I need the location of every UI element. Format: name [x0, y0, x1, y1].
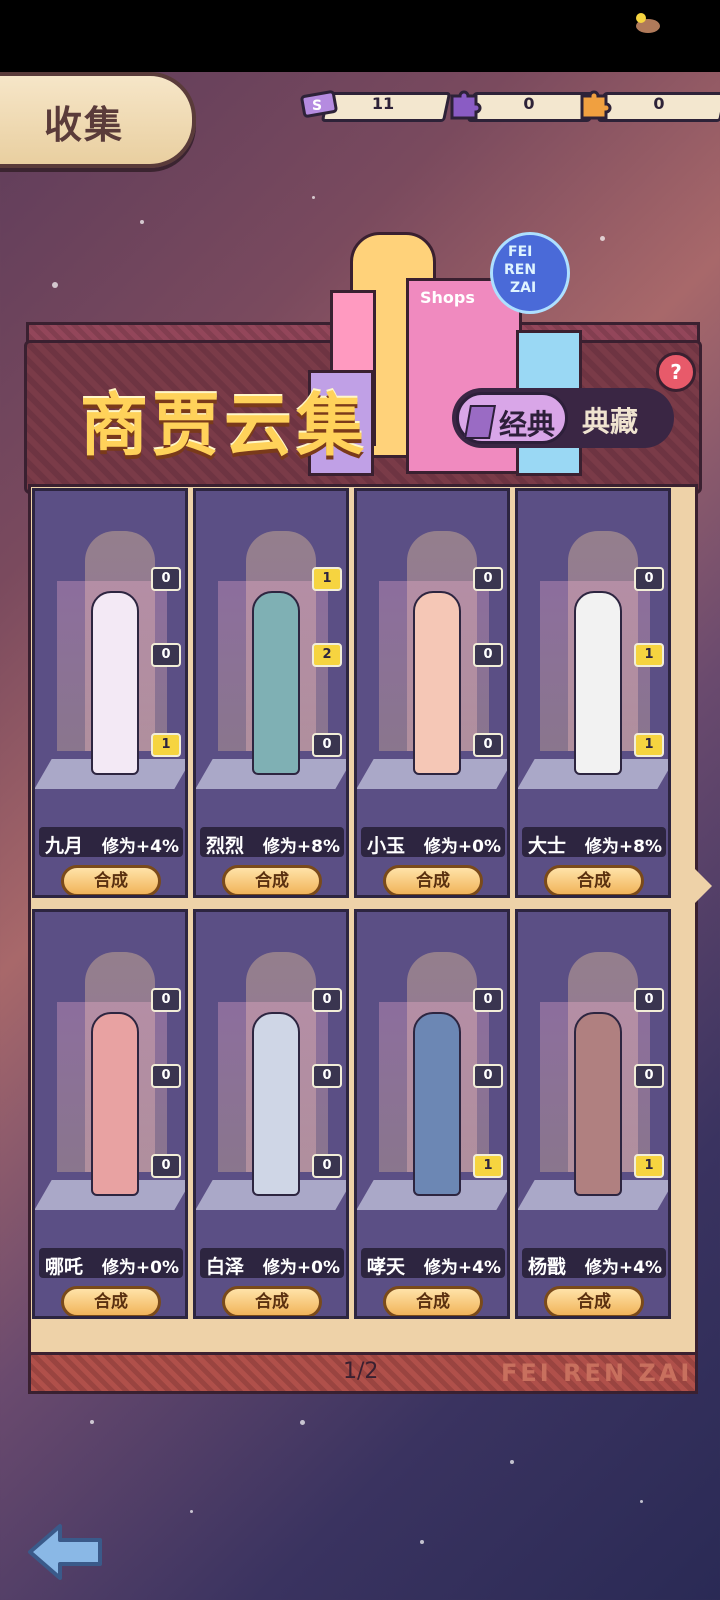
- character-bonus: 修为+8%: [584, 837, 662, 857]
- character-figure: [252, 591, 300, 775]
- character-card[interactable]: 0 1 1 大士 修为+8% 合成: [515, 488, 671, 898]
- pager-bar: 1/2 FEI REN ZAI: [28, 1352, 698, 1394]
- piece-count-badge: 0: [473, 1064, 503, 1088]
- character-figure: [91, 591, 139, 775]
- card-name-bar: 大士 修为+8%: [522, 827, 666, 857]
- character-figure: [413, 1012, 461, 1196]
- character-bonus: 修为+0%: [262, 1258, 340, 1278]
- orange-puzzle-count: 0: [653, 94, 665, 113]
- synthesize-button[interactable]: 合成: [61, 1286, 161, 1316]
- piece-count-badge: 0: [312, 1154, 342, 1178]
- piece-count-badge: 0: [312, 1064, 342, 1088]
- character-name: 哪吒: [45, 1256, 84, 1278]
- neon-sign-line2: REN: [504, 262, 537, 278]
- card-name-bar: 小玉 修为+0%: [361, 827, 505, 857]
- neon-sign-line3: ZAI: [510, 280, 537, 296]
- collection-tab-toggle: 经典 典藏: [452, 388, 674, 448]
- page-indicator: 1/2: [343, 1359, 379, 1384]
- back-arrow-icon[interactable]: [26, 1520, 106, 1584]
- piece-count-badge: 0: [151, 1064, 181, 1088]
- synthesize-button[interactable]: 合成: [222, 865, 322, 895]
- piece-count-badge: 0: [312, 733, 342, 757]
- piece-count-badge: 1: [312, 567, 342, 591]
- character-bonus: 修为+4%: [423, 1258, 501, 1278]
- piece-count-badge: 1: [634, 1154, 664, 1178]
- page-title-tab: 收集: [0, 72, 196, 168]
- character-card[interactable]: 1 2 0 烈烈 修为+8% 合成: [193, 488, 349, 898]
- svg-text:S: S: [312, 98, 322, 114]
- piece-count-badge: 0: [473, 567, 503, 591]
- card-name-bar: 九月 修为+4%: [39, 827, 183, 857]
- piece-count-badge: 0: [151, 988, 181, 1012]
- character-figure: [413, 591, 461, 775]
- character-figure: [574, 1012, 622, 1196]
- character-name: 小玉: [367, 835, 406, 857]
- currency-ticket: S 11: [300, 90, 452, 122]
- character-name: 杨戬: [528, 1256, 567, 1278]
- piece-count-badge: 0: [151, 643, 181, 667]
- piece-count-badge: 0: [473, 643, 503, 667]
- currency-purple-puzzle: 0: [448, 90, 598, 122]
- synthesize-button[interactable]: 合成: [222, 1286, 322, 1316]
- character-card[interactable]: 0 0 1 杨戬 修为+4% 合成: [515, 909, 671, 1319]
- card-name-bar: 哪吒 修为+0%: [39, 1248, 183, 1278]
- character-name: 烈烈: [206, 835, 245, 857]
- character-card[interactable]: 0 0 1 哮天 修为+4% 合成: [354, 909, 510, 1319]
- shop-sign-text: Shops: [420, 288, 475, 307]
- character-bonus: 修为+4%: [584, 1258, 662, 1278]
- piece-count-badge: 0: [312, 988, 342, 1012]
- character-bonus: 修为+0%: [423, 837, 501, 857]
- purple-puzzle-count: 0: [523, 94, 535, 113]
- tab-treasure[interactable]: 典藏: [582, 400, 638, 440]
- piece-count-badge: 1: [473, 1154, 503, 1178]
- help-button[interactable]: ?: [656, 352, 696, 392]
- piece-count-badge: 0: [473, 988, 503, 1012]
- piece-count-badge: 1: [634, 733, 664, 757]
- character-name: 白泽: [206, 1256, 245, 1278]
- card-name-bar: 烈烈 修为+8%: [200, 827, 344, 857]
- character-card[interactable]: 0 0 1 九月 修为+4% 合成: [32, 488, 188, 898]
- character-bonus: 修为+4%: [101, 837, 179, 857]
- status-bar: [0, 0, 720, 72]
- card-icon: [464, 405, 496, 439]
- synthesize-button[interactable]: 合成: [383, 1286, 483, 1316]
- piece-count-badge: 0: [634, 988, 664, 1012]
- banner-title: 商贾云集: [80, 387, 369, 466]
- piece-count-badge: 1: [634, 643, 664, 667]
- synthesize-button[interactable]: 合成: [61, 865, 161, 895]
- character-name: 哮天: [367, 1256, 406, 1278]
- next-page-arrow[interactable]: [690, 864, 712, 908]
- card-name-bar: 杨戬 修为+4%: [522, 1248, 666, 1278]
- page-title: 收集: [44, 103, 125, 147]
- neon-sign-line1: FEI: [508, 244, 533, 260]
- synthesize-button[interactable]: 合成: [544, 865, 644, 895]
- piece-count-badge: 2: [312, 643, 342, 667]
- piece-count-badge: 0: [473, 733, 503, 757]
- synthesize-button[interactable]: 合成: [544, 1286, 644, 1316]
- tab-classic-label: 经典: [499, 408, 556, 441]
- currency-orange-puzzle: 0: [578, 90, 720, 122]
- character-figure: [91, 1012, 139, 1196]
- character-card[interactable]: 0 0 0 哪吒 修为+0% 合成: [32, 909, 188, 1319]
- tab-classic[interactable]: 经典: [456, 392, 568, 444]
- character-bonus: 修为+0%: [101, 1258, 179, 1278]
- character-card[interactable]: 0 0 0 小玉 修为+0% 合成: [354, 488, 510, 898]
- character-figure: [574, 591, 622, 775]
- card-name-bar: 白泽 修为+0%: [200, 1248, 344, 1278]
- character-figure: [252, 1012, 300, 1196]
- card-name-bar: 哮天 修为+4%: [361, 1248, 505, 1278]
- piece-count-badge: 0: [634, 1064, 664, 1088]
- character-name: 大士: [528, 835, 567, 857]
- character-name: 九月: [45, 835, 84, 857]
- character-bonus: 修为+8%: [262, 837, 340, 857]
- piece-count-badge: 0: [151, 567, 181, 591]
- piece-count-badge: 0: [634, 567, 664, 591]
- piece-count-badge: 0: [151, 1154, 181, 1178]
- piece-count-badge: 1: [151, 733, 181, 757]
- pager-watermark: FEI REN ZAI: [501, 1359, 693, 1387]
- character-card[interactable]: 0 0 0 白泽 修为+0% 合成: [193, 909, 349, 1319]
- pet-icon: [636, 13, 660, 33]
- ticket-count: 11: [371, 94, 395, 113]
- synthesize-button[interactable]: 合成: [383, 865, 483, 895]
